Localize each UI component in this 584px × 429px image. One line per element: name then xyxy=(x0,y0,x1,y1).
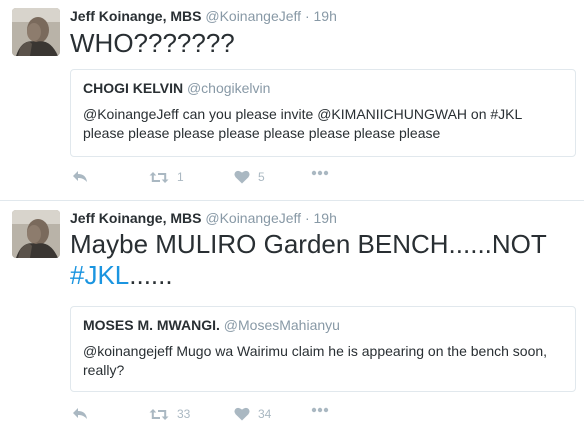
more-button[interactable] xyxy=(311,407,329,413)
quoted-tweet-header: MOSES M. MWANGI. @MosesMahianyu xyxy=(83,317,563,333)
hashtag-link[interactable]: #JKL xyxy=(70,260,129,290)
tweet-text-main: Maybe MULIRO Garden BENCH......NOT xyxy=(70,229,547,259)
retweet-icon xyxy=(149,408,169,420)
author-name[interactable]: Jeff Koinange, MBS xyxy=(70,210,201,226)
heart-icon xyxy=(234,407,250,421)
quoted-tweet-text: @koinangejeff Mugo wa Wairimu claim he i… xyxy=(83,343,548,378)
retweet-count: 1 xyxy=(177,170,184,184)
quoted-tweet-header: CHOGI KELVIN @chogikelvin xyxy=(83,80,563,96)
quoted-author-handle: @chogikelvin xyxy=(186,80,271,96)
timestamp[interactable]: 19h xyxy=(314,8,337,24)
quoted-tweet[interactable]: MOSES M. MWANGI. @MosesMahianyu @koinang… xyxy=(70,306,576,392)
tweet-header: Jeff Koinange, MBS @KoinangeJeff · 19h xyxy=(70,210,337,226)
reply-button[interactable] xyxy=(72,170,88,183)
retweet-count: 33 xyxy=(177,407,191,421)
author-handle[interactable]: @KoinangeJeff xyxy=(205,210,301,226)
separator: · xyxy=(304,210,310,226)
tweet-text-tail: ...... xyxy=(129,260,173,290)
reply-icon xyxy=(73,171,87,182)
tweet[interactable]: Jeff Koinange, MBS @KoinangeJeff · 19h M… xyxy=(0,201,584,429)
like-button[interactable]: 34 xyxy=(234,407,271,421)
retweet-button[interactable]: 1 xyxy=(149,170,184,184)
reply-icon xyxy=(73,408,87,419)
quoted-author-name: CHOGI KELVIN xyxy=(83,80,184,96)
retweet-button[interactable]: 33 xyxy=(149,407,190,421)
quoted-tweet[interactable]: CHOGI KELVIN @chogikelvin @KoinangeJeff … xyxy=(70,69,576,157)
tweet-text: WHO??????? xyxy=(70,28,235,58)
timestamp[interactable]: 19h xyxy=(314,210,337,226)
quoted-tweet-text: @KoinangeJeff can you please invite @KIM… xyxy=(83,106,522,141)
separator: · xyxy=(304,8,310,24)
more-button[interactable] xyxy=(311,170,329,176)
like-count: 5 xyxy=(258,170,265,184)
tweet-text: Maybe MULIRO Garden BENCH......NOT #JKL.… xyxy=(70,229,572,291)
reply-button[interactable] xyxy=(72,407,88,420)
quoted-author-handle: @MosesMahianyu xyxy=(223,317,340,333)
more-icon xyxy=(311,170,329,176)
avatar[interactable] xyxy=(12,210,60,258)
quoted-author-name: MOSES M. MWANGI. xyxy=(83,317,220,333)
retweet-icon xyxy=(149,171,169,183)
heart-icon xyxy=(234,170,250,184)
tweet-header: Jeff Koinange, MBS @KoinangeJeff · 19h xyxy=(70,8,337,24)
author-handle[interactable]: @KoinangeJeff xyxy=(205,8,301,24)
like-count: 34 xyxy=(258,407,272,421)
more-icon xyxy=(311,407,329,413)
tweet[interactable]: Jeff Koinange, MBS @KoinangeJeff · 19h W… xyxy=(0,0,584,201)
avatar[interactable] xyxy=(12,8,60,56)
author-name[interactable]: Jeff Koinange, MBS xyxy=(70,8,201,24)
like-button[interactable]: 5 xyxy=(234,170,265,184)
